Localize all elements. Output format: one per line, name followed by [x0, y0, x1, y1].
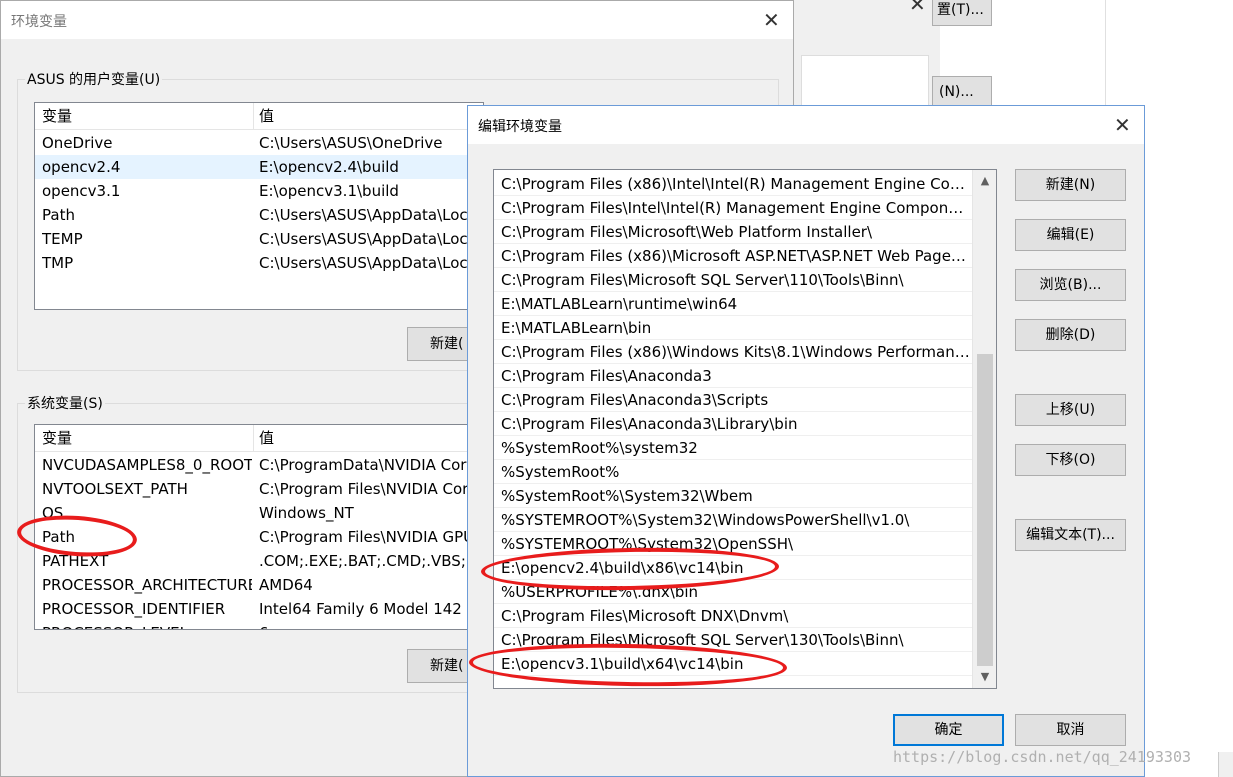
- variable-value: C:\ProgramData\NVIDIA Corp: [259, 456, 476, 474]
- system-vars-label: 系统变量(S): [25, 393, 105, 413]
- variable-row[interactable]: NVCUDASAMPLES8_0_ROOT C:\ProgramData\NVID…: [35, 453, 483, 477]
- path-entry[interactable]: C:\Program Files\Microsoft SQL Server\11…: [494, 268, 972, 292]
- watermark: https://blog.csdn.net/qq_24193303: [893, 748, 1192, 766]
- user-vars-label: ASUS 的用户变量(U): [25, 69, 163, 89]
- variable-row[interactable]: Path C:\Users\ASUS\AppData\Loca: [35, 203, 483, 227]
- path-entry[interactable]: %SystemRoot%\system32: [494, 436, 972, 460]
- variable-value: C:\Users\ASUS\AppData\Loca: [259, 206, 477, 224]
- path-entry[interactable]: C:\Program Files\Anaconda3: [494, 364, 972, 388]
- variable-name: Path: [42, 206, 75, 224]
- move-down-button[interactable]: 下移(O): [1015, 444, 1126, 476]
- path-entry[interactable]: E:\MATLABLearn\bin: [494, 316, 972, 340]
- variable-row[interactable]: PROCESSOR_IDENTIFIER Intel64 Family 6 Mod…: [35, 597, 483, 621]
- variable-value: .COM;.EXE;.BAT;.CMD;.VBS;.V: [259, 552, 481, 570]
- variable-value: AMD64: [259, 576, 313, 594]
- path-entry[interactable]: %SYSTEMROOT%\System32\WindowsPowerShell\…: [494, 508, 972, 532]
- column-header-name[interactable]: 变量: [42, 103, 72, 129]
- env-vars-titlebar: 环境变量 ✕: [1, 1, 793, 39]
- browse-button[interactable]: 浏览(B)...: [1015, 269, 1126, 301]
- variable-value: Intel64 Family 6 Model 142 St: [259, 600, 483, 618]
- ok-button[interactable]: 确定: [893, 714, 1004, 746]
- user-vars-list[interactable]: 变量 值 OneDrive C:\Users\ASUS\OneDrive openc…: [34, 102, 484, 310]
- delete-button[interactable]: 删除(D): [1015, 319, 1126, 351]
- variable-row[interactable]: PROCESSOR_ARCHITECTURE AMD64: [35, 573, 483, 597]
- variable-value: C:\Program Files\NVIDIA Corp: [259, 480, 478, 498]
- edit-button[interactable]: 编辑(E): [1015, 219, 1126, 251]
- variable-row[interactable]: TMP C:\Users\ASUS\AppData\Loca: [35, 251, 483, 275]
- variable-row[interactable]: opencv2.4 E:\opencv2.4\build: [35, 155, 483, 179]
- move-up-button[interactable]: 上移(U): [1015, 394, 1126, 426]
- cancel-button[interactable]: 取消: [1015, 714, 1126, 746]
- vertical-scrollbar[interactable]: ▲ ▼: [972, 170, 996, 688]
- variable-name: NVTOOLSEXT_PATH: [42, 480, 188, 498]
- variable-value: C:\Users\ASUS\OneDrive: [259, 134, 443, 152]
- column-header-value[interactable]: 值: [259, 425, 274, 451]
- background-button-mid[interactable]: (N)...: [932, 76, 992, 108]
- path-entry[interactable]: C:\Program Files\Microsoft\Web Platform …: [494, 220, 972, 244]
- close-icon[interactable]: ✕: [909, 0, 926, 14]
- variable-name: OneDrive: [42, 134, 113, 152]
- edit-dialog-titlebar: 编辑环境变量 ✕: [468, 106, 1144, 144]
- variable-row[interactable]: NVTOOLSEXT_PATH C:\Program Files\NVIDIA C…: [35, 477, 483, 501]
- system-vars-header: 变量 值: [35, 425, 483, 452]
- variable-name: NVCUDASAMPLES8_0_ROOT: [42, 456, 252, 474]
- variable-name: opencv3.1: [42, 182, 121, 200]
- path-entry[interactable]: C:\Program Files\Anaconda3\Scripts: [494, 388, 972, 412]
- variable-name: opencv2.4: [42, 158, 121, 176]
- user-vars-header: 变量 值: [35, 103, 483, 130]
- variable-row[interactable]: opencv3.1 E:\opencv3.1\build: [35, 179, 483, 203]
- variable-value: Windows_NT: [259, 504, 354, 522]
- variable-value: C:\Users\ASUS\AppData\Loca: [259, 230, 477, 248]
- variable-name: TMP: [42, 254, 74, 272]
- variable-value: C:\Program Files\NVIDIA GPU: [259, 528, 475, 546]
- variable-name: PROCESSOR_ARCHITECTURE: [42, 576, 252, 594]
- path-entry[interactable]: C:\Program Files\Microsoft DNX\Dnvm\: [494, 604, 972, 628]
- variable-value: E:\opencv2.4\build: [259, 158, 399, 176]
- background-button-top[interactable]: 置(T)...: [932, 0, 992, 26]
- variable-row[interactable]: OneDrive C:\Users\ASUS\OneDrive: [35, 131, 483, 155]
- scroll-down-arrow-icon[interactable]: ▼: [973, 668, 996, 686]
- scroll-up-arrow-icon[interactable]: ▲: [973, 172, 996, 190]
- variable-name: TEMP: [42, 230, 83, 248]
- variable-value: 6: [259, 621, 483, 629]
- path-entry[interactable]: C:\Program Files\Intel\Intel(R) Manageme…: [494, 196, 972, 220]
- variable-name: PROCESSOR_IDENTIFIER: [42, 600, 226, 618]
- close-icon[interactable]: ✕: [1114, 115, 1131, 135]
- path-entries-list[interactable]: C:\Program Files (x86)\Intel\Intel(R) Ma…: [493, 169, 997, 689]
- path-entry[interactable]: %SystemRoot%\System32\Wbem: [494, 484, 972, 508]
- path-entry[interactable]: C:\Program Files (x86)\Intel\Intel(R) Ma…: [494, 172, 972, 196]
- resize-grip-icon[interactable]: [1218, 752, 1233, 777]
- column-header-name[interactable]: 变量: [42, 425, 72, 451]
- column-header-value[interactable]: 值: [259, 103, 274, 129]
- new-button[interactable]: 新建(N): [1015, 169, 1126, 201]
- variable-row[interactable]: PROCESSOR_LEVEL 6: [35, 621, 483, 629]
- scrollbar-thumb[interactable]: [977, 354, 993, 666]
- variable-value: C:\Users\ASUS\AppData\Loca: [259, 254, 477, 272]
- close-icon[interactable]: ✕: [763, 10, 780, 30]
- env-vars-title: 环境变量: [11, 14, 67, 30]
- edit-text-button[interactable]: 编辑文本(T)...: [1015, 519, 1126, 551]
- variable-row[interactable]: TEMP C:\Users\ASUS\AppData\Loca: [35, 227, 483, 251]
- edit-dialog-title: 编辑环境变量: [478, 119, 562, 135]
- variable-name: PROCESSOR_LEVEL: [42, 621, 252, 629]
- path-entry[interactable]: C:\Program Files\Anaconda3\Library\bin: [494, 412, 972, 436]
- variable-value: E:\opencv3.1\build: [259, 182, 399, 200]
- path-entry[interactable]: %SystemRoot%: [494, 460, 972, 484]
- path-entry[interactable]: C:\Program Files (x86)\Microsoft ASP.NET…: [494, 244, 972, 268]
- path-entry[interactable]: E:\MATLABLearn\runtime\win64: [494, 292, 972, 316]
- path-entry[interactable]: C:\Program Files (x86)\Windows Kits\8.1\…: [494, 340, 972, 364]
